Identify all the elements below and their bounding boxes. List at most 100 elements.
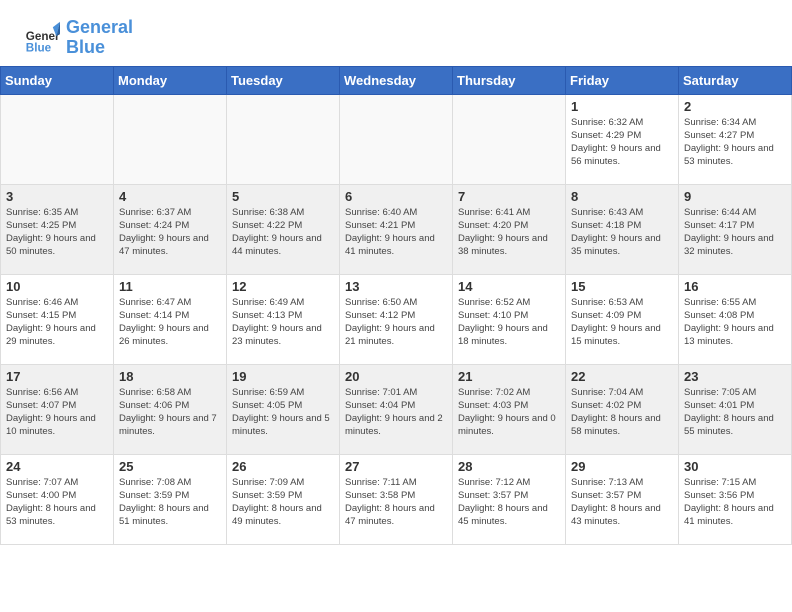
day-number: 23 [684, 369, 786, 384]
day-number: 12 [232, 279, 334, 294]
day-number: 1 [571, 99, 673, 114]
calendar-week-1: 1 Sunrise: 6:32 AM Sunset: 4:29 PM Daylig… [1, 94, 792, 184]
calendar-cell: 26 Sunrise: 7:09 AM Sunset: 3:59 PM Dayli… [227, 454, 340, 544]
calendar-header-row: SundayMondayTuesdayWednesdayThursdayFrid… [1, 66, 792, 94]
day-header-thursday: Thursday [453, 66, 566, 94]
day-info: Sunrise: 7:05 AM Sunset: 4:01 PM Dayligh… [684, 386, 786, 439]
calendar-cell: 12 Sunrise: 6:49 AM Sunset: 4:13 PM Dayli… [227, 274, 340, 364]
day-number: 22 [571, 369, 673, 384]
calendar-cell: 17 Sunrise: 6:56 AM Sunset: 4:07 PM Dayli… [1, 364, 114, 454]
day-header-wednesday: Wednesday [340, 66, 453, 94]
day-number: 3 [6, 189, 108, 204]
day-info: Sunrise: 7:08 AM Sunset: 3:59 PM Dayligh… [119, 476, 221, 529]
day-info: Sunrise: 6:59 AM Sunset: 4:05 PM Dayligh… [232, 386, 334, 439]
day-number: 29 [571, 459, 673, 474]
calendar-cell [114, 94, 227, 184]
day-info: Sunrise: 6:40 AM Sunset: 4:21 PM Dayligh… [345, 206, 447, 259]
calendar-cell: 18 Sunrise: 6:58 AM Sunset: 4:06 PM Dayli… [114, 364, 227, 454]
calendar-cell: 25Sunrise: 7:08 AM Sunset: 3:59 PM Dayli… [114, 454, 227, 544]
calendar-cell [227, 94, 340, 184]
day-number: 19 [232, 369, 334, 384]
day-info: Sunrise: 6:55 AM Sunset: 4:08 PM Dayligh… [684, 296, 786, 349]
calendar-cell [453, 94, 566, 184]
day-number: 8 [571, 189, 673, 204]
day-info: Sunrise: 6:46 AM Sunset: 4:15 PM Dayligh… [6, 296, 108, 349]
day-number: 27 [345, 459, 447, 474]
day-number: 28 [458, 459, 560, 474]
day-info: Sunrise: 7:04 AM Sunset: 4:02 PM Dayligh… [571, 386, 673, 439]
day-info: Sunrise: 7:02 AM Sunset: 4:03 PM Dayligh… [458, 386, 560, 439]
day-info: Sunrise: 7:09 AM Sunset: 3:59 PM Dayligh… [232, 476, 334, 529]
day-header-sunday: Sunday [1, 66, 114, 94]
calendar-cell: 29 Sunrise: 7:13 AM Sunset: 3:57 PM Dayli… [566, 454, 679, 544]
calendar-cell: 19 Sunrise: 6:59 AM Sunset: 4:05 PM Dayli… [227, 364, 340, 454]
day-header-monday: Monday [114, 66, 227, 94]
calendar-cell: 16Sunrise: 6:55 AM Sunset: 4:08 PM Dayli… [679, 274, 792, 364]
calendar-cell: 22 Sunrise: 7:04 AM Sunset: 4:02 PM Dayli… [566, 364, 679, 454]
calendar-cell: 13 Sunrise: 6:50 AM Sunset: 4:12 PM Dayli… [340, 274, 453, 364]
calendar-cell [340, 94, 453, 184]
calendar-cell: 11 Sunrise: 6:47 AM Sunset: 4:14 PM Dayli… [114, 274, 227, 364]
day-info: Sunrise: 6:44 AM Sunset: 4:17 PM Dayligh… [684, 206, 786, 259]
day-info: Sunrise: 6:32 AM Sunset: 4:29 PM Dayligh… [571, 116, 673, 169]
day-header-saturday: Saturday [679, 66, 792, 94]
day-number: 4 [119, 189, 221, 204]
day-header-tuesday: Tuesday [227, 66, 340, 94]
day-info: Sunrise: 6:56 AM Sunset: 4:07 PM Dayligh… [6, 386, 108, 439]
calendar-cell: 2 Sunrise: 6:34 AM Sunset: 4:27 PM Daylig… [679, 94, 792, 184]
calendar-cell: 14 Sunrise: 6:52 AM Sunset: 4:10 PM Dayli… [453, 274, 566, 364]
day-number: 17 [6, 369, 108, 384]
day-info: Sunrise: 7:07 AM Sunset: 4:00 PM Dayligh… [6, 476, 108, 529]
calendar-table: SundayMondayTuesdayWednesdayThursdayFrid… [0, 66, 792, 545]
day-number: 18 [119, 369, 221, 384]
calendar-cell: 6 Sunrise: 6:40 AM Sunset: 4:21 PM Daylig… [340, 184, 453, 274]
day-info: Sunrise: 6:43 AM Sunset: 4:18 PM Dayligh… [571, 206, 673, 259]
day-info: Sunrise: 6:58 AM Sunset: 4:06 PM Dayligh… [119, 386, 221, 439]
day-info: Sunrise: 7:13 AM Sunset: 3:57 PM Dayligh… [571, 476, 673, 529]
day-info: Sunrise: 7:12 AM Sunset: 3:57 PM Dayligh… [458, 476, 560, 529]
day-number: 2 [684, 99, 786, 114]
day-number: 26 [232, 459, 334, 474]
day-info: Sunrise: 6:47 AM Sunset: 4:14 PM Dayligh… [119, 296, 221, 349]
day-number: 20 [345, 369, 447, 384]
day-info: Sunrise: 6:35 AM Sunset: 4:25 PM Dayligh… [6, 206, 108, 259]
calendar-cell: 23 Sunrise: 7:05 AM Sunset: 4:01 PM Dayli… [679, 364, 792, 454]
day-info: Sunrise: 7:11 AM Sunset: 3:58 PM Dayligh… [345, 476, 447, 529]
calendar-cell: 10 Sunrise: 6:46 AM Sunset: 4:15 PM Dayli… [1, 274, 114, 364]
calendar-cell: 15Sunrise: 6:53 AM Sunset: 4:09 PM Dayli… [566, 274, 679, 364]
calendar-cell: 20 Sunrise: 7:01 AM Sunset: 4:04 PM Dayli… [340, 364, 453, 454]
day-info: Sunrise: 6:50 AM Sunset: 4:12 PM Dayligh… [345, 296, 447, 349]
day-info: Sunrise: 6:41 AM Sunset: 4:20 PM Dayligh… [458, 206, 560, 259]
logo: General Blue GeneralBlue [24, 18, 133, 58]
day-info: Sunrise: 6:34 AM Sunset: 4:27 PM Dayligh… [684, 116, 786, 169]
day-number: 7 [458, 189, 560, 204]
day-number: 13 [345, 279, 447, 294]
calendar-cell: 21 Sunrise: 7:02 AM Sunset: 4:03 PM Dayli… [453, 364, 566, 454]
day-number: 9 [684, 189, 786, 204]
calendar-cell: 24Sunrise: 7:07 AM Sunset: 4:00 PM Dayli… [1, 454, 114, 544]
calendar-cell: 3 Sunrise: 6:35 AM Sunset: 4:25 PM Daylig… [1, 184, 114, 274]
day-info: Sunrise: 6:38 AM Sunset: 4:22 PM Dayligh… [232, 206, 334, 259]
logo-icon: General Blue [24, 20, 60, 56]
calendar-cell: 27 Sunrise: 7:11 AM Sunset: 3:58 PM Dayli… [340, 454, 453, 544]
calendar-cell: 30Sunrise: 7:15 AM Sunset: 3:56 PM Dayli… [679, 454, 792, 544]
day-number: 21 [458, 369, 560, 384]
day-number: 11 [119, 279, 221, 294]
page-header: General Blue GeneralBlue [0, 0, 792, 66]
day-number: 15 [571, 279, 673, 294]
day-number: 10 [6, 279, 108, 294]
day-info: Sunrise: 6:52 AM Sunset: 4:10 PM Dayligh… [458, 296, 560, 349]
calendar-week-3: 10 Sunrise: 6:46 AM Sunset: 4:15 PM Dayli… [1, 274, 792, 364]
calendar-cell: 4 Sunrise: 6:37 AM Sunset: 4:24 PM Daylig… [114, 184, 227, 274]
day-info: Sunrise: 6:49 AM Sunset: 4:13 PM Dayligh… [232, 296, 334, 349]
calendar-cell: 7 Sunrise: 6:41 AM Sunset: 4:20 PM Daylig… [453, 184, 566, 274]
calendar-cell: 28 Sunrise: 7:12 AM Sunset: 3:57 PM Dayli… [453, 454, 566, 544]
logo-name: GeneralBlue [66, 18, 133, 58]
day-info: Sunrise: 7:01 AM Sunset: 4:04 PM Dayligh… [345, 386, 447, 439]
day-number: 14 [458, 279, 560, 294]
day-header-friday: Friday [566, 66, 679, 94]
day-info: Sunrise: 6:37 AM Sunset: 4:24 PM Dayligh… [119, 206, 221, 259]
day-info: Sunrise: 7:15 AM Sunset: 3:56 PM Dayligh… [684, 476, 786, 529]
calendar-cell [1, 94, 114, 184]
day-number: 6 [345, 189, 447, 204]
